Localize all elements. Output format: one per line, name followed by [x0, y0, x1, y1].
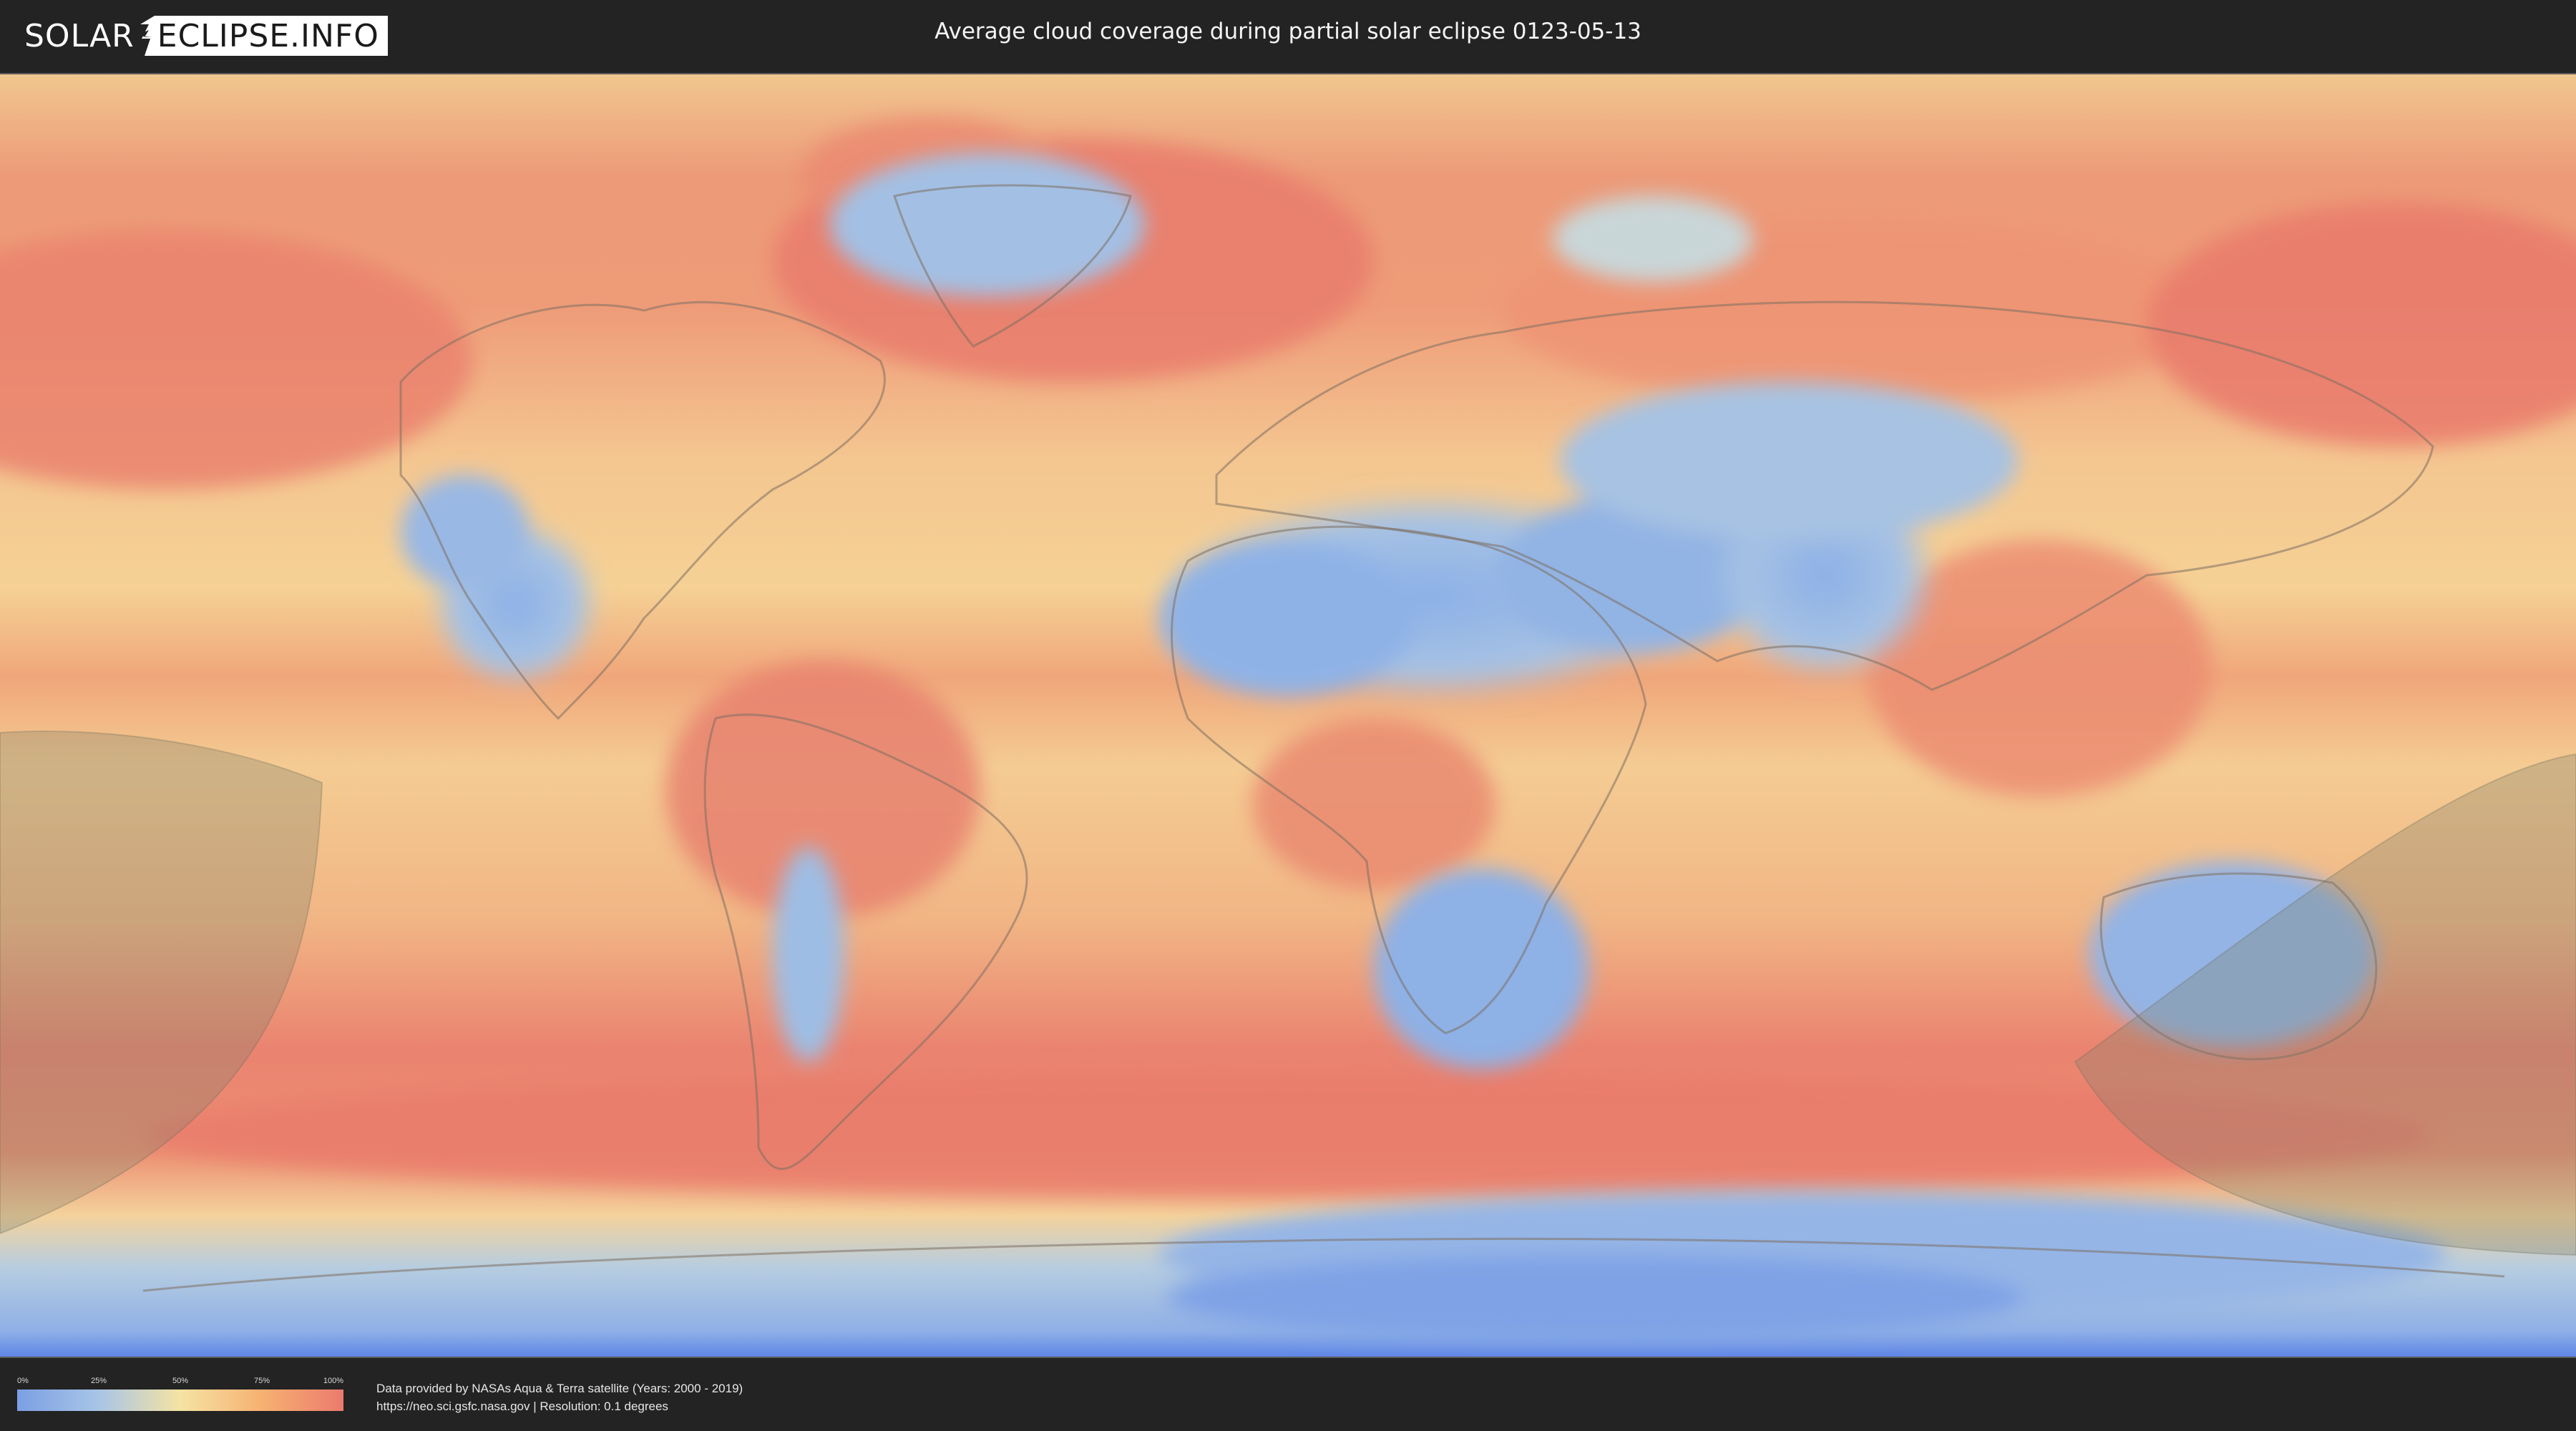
legend-gradient-bar: [17, 1390, 343, 1411]
data-source: Data provided by NASAs Aqua & Terra sate…: [376, 1379, 743, 1415]
legend-tick-100: 100%: [323, 1377, 343, 1385]
cloud-coverage-legend: 0% 25% 50% 75% 100%: [17, 1377, 343, 1411]
source-line-2: https://neo.sci.gsfc.nasa.gov | Resoluti…: [376, 1400, 668, 1413]
legend-tick-75: 75%: [253, 1377, 270, 1385]
legend-tick-0: 0%: [17, 1377, 29, 1385]
cloud-coverage-map[interactable]: [0, 74, 2576, 1357]
page-title: Average cloud coverage during partial so…: [935, 19, 1641, 44]
legend-tick-50: 50%: [172, 1377, 189, 1385]
legend-tick-25: 25%: [90, 1377, 107, 1385]
legend-ticks: 0% 25% 50% 75% 100%: [17, 1377, 343, 1387]
source-line-1: Data provided by NASAs Aqua & Terra sate…: [376, 1382, 743, 1395]
header-bar: SOLAR ECLIPSE.INFO Average cloud coverag…: [0, 0, 2576, 72]
